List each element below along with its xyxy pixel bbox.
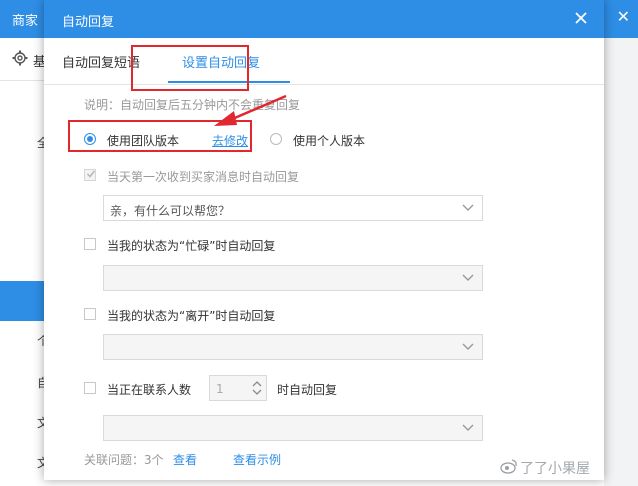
background-app-title: 商家 — [12, 14, 39, 29]
dialog-title: 自动回复 — [62, 15, 115, 30]
watermark: 了了小果屋 — [520, 461, 590, 477]
busy-status-checkbox[interactable] — [84, 238, 96, 250]
select-value: 亲，有什么可以帮您？ — [110, 204, 231, 218]
tab-auto-reply-phrases[interactable]: 自动回复短语 — [62, 52, 140, 71]
contact-count-label: 当正在联系人数 — [107, 383, 192, 397]
weibo-logo-icon — [500, 459, 517, 474]
team-version-label[interactable]: 使用团队版本 — [107, 132, 179, 149]
stepper-value: 1 — [216, 382, 224, 396]
first-message-label: 当天第一次收到买家消息时自动回复 — [107, 170, 300, 184]
contact-count-suffix: 时自动回复 — [277, 383, 338, 397]
dialog-header: 自动回复 — [44, 0, 604, 38]
active-tab-indicator — [168, 81, 290, 83]
chevron-down-icon — [462, 274, 474, 281]
personal-version-label[interactable]: 使用个人版本 — [293, 132, 365, 149]
contact-count-stepper[interactable]: 1 — [209, 375, 267, 401]
auto-reply-note: 说明：自动回复后五分钟内不会重复回复 — [84, 98, 301, 112]
tab-set-auto-reply[interactable]: 设置自动回复 — [182, 52, 260, 71]
busy-status-label: 当我的状态为“忙碌”时自动回复 — [107, 239, 276, 253]
contact-count-reply-select[interactable] — [103, 415, 483, 441]
stepper-arrows-icon[interactable] — [252, 380, 262, 396]
away-status-checkbox[interactable] — [84, 308, 96, 320]
background-right-strip — [604, 38, 638, 486]
busy-reply-select[interactable] — [103, 265, 483, 291]
away-reply-select[interactable] — [103, 334, 483, 360]
auto-reply-dialog: 自动回复 自动回复短语 设置自动回复 说明：自动回复后五分钟内不会重复回复 使用… — [44, 0, 604, 480]
related-questions-label: 关联问题：3个 — [84, 453, 164, 467]
check-icon — [86, 170, 96, 178]
first-message-checkbox[interactable] — [84, 169, 96, 181]
modify-link[interactable]: 去修改 — [212, 132, 248, 149]
chevron-down-icon — [462, 424, 474, 431]
chevron-down-icon — [462, 204, 474, 211]
background-active-item[interactable] — [0, 281, 45, 321]
chevron-down-icon — [462, 343, 474, 350]
background-divider — [0, 80, 45, 81]
away-status-label: 当我的状态为“离开”时自动回复 — [107, 309, 276, 323]
dialog-tabs: 自动回复短语 设置自动回复 — [44, 38, 604, 85]
team-version-radio[interactable] — [84, 133, 96, 145]
contact-count-checkbox[interactable] — [84, 382, 96, 394]
close-icon[interactable] — [572, 9, 590, 27]
gear-icon[interactable] — [12, 50, 28, 66]
personal-version-radio[interactable] — [270, 133, 282, 145]
background-close-icon[interactable]: ✕ — [617, 7, 630, 26]
view-example-link[interactable]: 查看示例 — [233, 451, 281, 468]
first-message-reply-select[interactable]: 亲，有什么可以帮您？ — [103, 195, 483, 221]
view-link[interactable]: 查看 — [173, 451, 197, 468]
